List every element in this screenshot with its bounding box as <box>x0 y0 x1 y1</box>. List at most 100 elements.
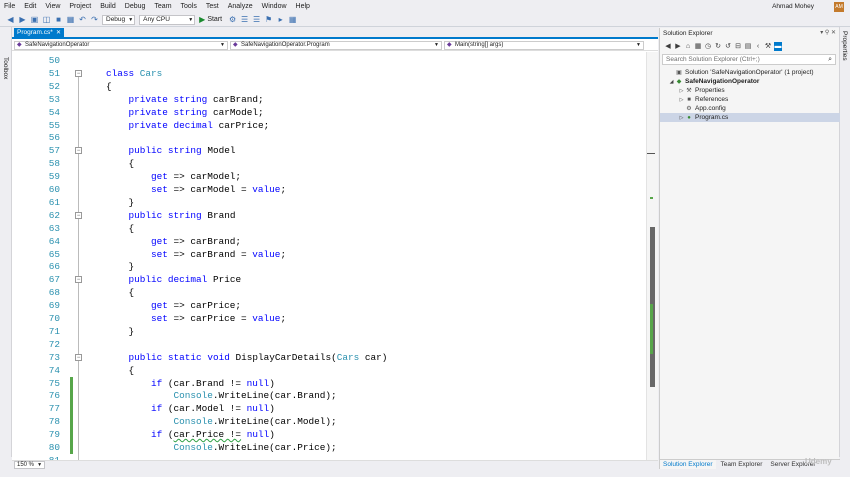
user-name[interactable]: Ahmad Mohey <box>772 3 814 10</box>
collapse-icon[interactable]: − <box>75 69 82 77</box>
code-line[interactable]: 54 private string carModel; <box>12 106 648 119</box>
pending-changes-icon[interactable]: ◷ <box>704 42 712 51</box>
properties-label[interactable]: Properties <box>841 31 848 61</box>
menu-team[interactable]: Team <box>154 3 171 10</box>
tree-item[interactable]: ▣ Solution 'SafeNavigationOperator' (1 pr… <box>660 68 840 77</box>
menu-test[interactable]: Test <box>206 3 219 10</box>
menu-edit[interactable]: Edit <box>24 3 36 10</box>
code-line[interactable]: 78 Console.WriteLine(car.Model); <box>12 415 648 429</box>
collapse-all-icon[interactable]: ⊟ <box>734 42 742 51</box>
browser-link-icon[interactable]: ⚙ <box>228 15 237 24</box>
menu-analyze[interactable]: Analyze <box>228 3 253 10</box>
menu-tools[interactable]: Tools <box>181 3 197 10</box>
code-line[interactable]: 80 Console.WriteLine(car.Price); <box>12 441 648 454</box>
next-bookmark-icon[interactable]: ▸ <box>276 15 285 24</box>
new-project-icon[interactable]: ▣ <box>30 15 39 24</box>
clear-bookmarks-icon[interactable]: ▦ <box>288 15 297 24</box>
code-line[interactable]: 50 <box>12 54 648 67</box>
bookmark-icon[interactable]: ⚑ <box>264 15 273 24</box>
expand-icon[interactable]: ▷ <box>678 114 685 123</box>
close-icon[interactable]: ✕ <box>56 28 61 38</box>
code-line[interactable]: 52 { <box>12 80 648 93</box>
platform-select[interactable]: Any CPU ▼ <box>139 14 196 25</box>
menu-build[interactable]: Build <box>100 3 116 10</box>
sync-icon[interactable]: ↻ <box>714 42 722 51</box>
code-line[interactable]: 71 } <box>12 325 648 338</box>
search-icon[interactable]: ⌕ <box>828 55 832 64</box>
collapse-icon[interactable]: − <box>75 276 82 284</box>
properties-icon[interactable]: ⚒ <box>764 42 772 51</box>
toolbox-strip[interactable]: Toolbox <box>0 27 12 457</box>
forward-icon[interactable]: ▶ <box>674 42 682 51</box>
menu-help[interactable]: Help <box>296 3 310 10</box>
code-line[interactable]: 72 <box>12 338 648 351</box>
user-avatar[interactable]: AM <box>834 2 844 12</box>
configuration-select[interactable]: Debug ▼ <box>102 14 136 25</box>
code-line[interactable]: 73 − public static void DisplayCarDetails… <box>12 351 648 364</box>
open-folder-icon[interactable]: ◫ <box>42 15 51 24</box>
code-line[interactable]: 58 { <box>12 157 648 170</box>
code-line[interactable]: 61 } <box>12 196 648 209</box>
code-line[interactable]: 77 if (car.Model != null) <box>12 402 648 416</box>
tree-item[interactable]: ⚙ App.config <box>660 104 840 113</box>
code-line[interactable]: 74 { <box>12 364 648 377</box>
code-line[interactable]: 67 − public decimal Price <box>12 273 648 286</box>
refresh-icon[interactable]: ↺ <box>724 42 732 51</box>
code-area[interactable]: 50 51 − class Cars 52 {53 private string carB… <box>12 52 658 466</box>
code-line[interactable]: 66 } <box>12 260 648 273</box>
code-line[interactable]: 75 if (car.Brand != null) <box>12 376 648 390</box>
code-line[interactable]: 64 get => carBrand; <box>12 235 648 248</box>
code-editor[interactable]: Program.cs* ✕ ◆ SafeNavigationOperator ▼… <box>12 28 658 469</box>
dropdown-icon[interactable]: ▾ <box>820 30 823 36</box>
vertical-scrollbar[interactable] <box>646 52 658 460</box>
code-line[interactable]: 76 Console.WriteLine(car.Brand); <box>12 389 648 403</box>
save-icon[interactable]: ■ <box>54 15 63 24</box>
member-nav-select[interactable]: ◆ Main(string[] args) ▼ <box>444 41 644 50</box>
tree-item[interactable]: ▷ ● Program.cs <box>660 113 840 122</box>
tab-team-explorer[interactable]: Team Explorer <box>718 460 766 469</box>
home-icon[interactable]: ⌂ <box>684 42 692 51</box>
menu-window[interactable]: Window <box>262 3 287 10</box>
menu-debug[interactable]: Debug <box>125 3 146 10</box>
back-icon[interactable]: ◀ <box>664 42 672 51</box>
class-nav-select[interactable]: ◆ SafeNavigationOperator.Program ▼ <box>230 41 442 50</box>
code-line[interactable]: 65 set => carBrand = value; <box>12 248 648 261</box>
code-line[interactable]: 60 set => carModel = value; <box>12 183 648 196</box>
undo-icon[interactable]: ↶ <box>78 15 87 24</box>
comment-icon[interactable]: ☰ <box>240 15 249 24</box>
collapse-icon[interactable]: − <box>75 353 82 361</box>
save-all-icon[interactable]: ▦ <box>66 15 75 24</box>
code-line[interactable]: 69 get => carPrice; <box>12 299 648 312</box>
code-line[interactable]: 57 − public string Model <box>12 144 648 157</box>
tab-solution-explorer[interactable]: Solution Explorer <box>660 460 716 469</box>
menu-view[interactable]: View <box>45 3 60 10</box>
code-line[interactable]: 59 get => carModel; <box>12 170 648 183</box>
code-line[interactable]: 56 <box>12 131 648 144</box>
switch-views-icon[interactable]: ▦ <box>694 42 702 51</box>
tree-item[interactable]: ▷ ⚒ Properties <box>660 86 840 95</box>
view-code-icon[interactable]: ‹ <box>754 42 762 51</box>
redo-icon[interactable]: ↷ <box>90 15 99 24</box>
code-line[interactable]: 79 if (car.Price != null) <box>12 428 648 442</box>
code-line[interactable]: 62 − public string Brand <box>12 209 648 222</box>
tree-item[interactable]: ▷ ■ References <box>660 95 840 104</box>
solution-search-input[interactable]: Search Solution Explorer (Ctrl+;) ⌕ <box>662 54 836 65</box>
code-line[interactable]: 53 private string carBrand; <box>12 93 648 106</box>
tree-item[interactable]: ◢ ◆ SafeNavigationOperator <box>660 77 840 86</box>
tab-program-cs[interactable]: Program.cs* ✕ <box>14 28 64 38</box>
collapse-icon[interactable]: − <box>75 211 82 219</box>
collapse-icon[interactable]: − <box>75 147 82 155</box>
pin-icon[interactable]: ⚲ <box>825 30 829 36</box>
show-all-files-icon[interactable]: ▤ <box>744 42 752 51</box>
preview-icon[interactable]: ▬ <box>774 41 782 51</box>
close-icon[interactable]: ✕ <box>831 30 836 36</box>
code-line[interactable]: 51 − class Cars <box>12 67 648 80</box>
zoom-select[interactable]: 150 % ▼ <box>14 461 46 469</box>
properties-strip[interactable]: Properties <box>839 27 850 457</box>
code-line[interactable]: 55 private decimal carPrice; <box>12 119 648 132</box>
uncomment-icon[interactable]: ☰ <box>252 15 261 24</box>
code-line[interactable]: 68 { <box>12 286 648 299</box>
project-nav-select[interactable]: ◆ SafeNavigationOperator ▼ <box>14 41 228 50</box>
back-icon[interactable]: ◀ <box>6 15 15 24</box>
code-line[interactable]: 63 { <box>12 222 648 235</box>
